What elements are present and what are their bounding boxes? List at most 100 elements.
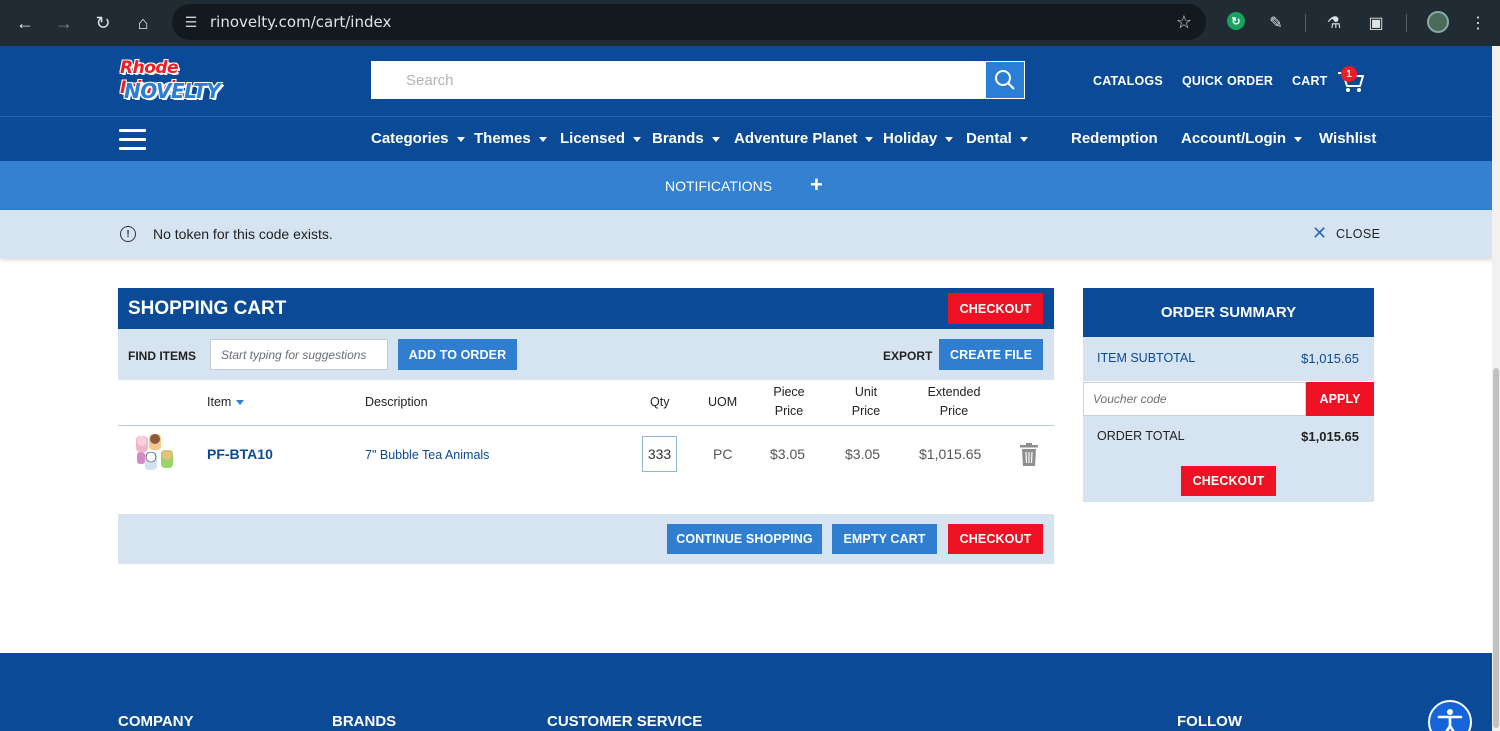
reload-icon[interactable]: ↻ [83,3,123,43]
col-item[interactable]: Item [207,393,245,412]
address-bar[interactable]: ☰ rinovelty.com/cart/index ☆ [172,4,1206,40]
url-text: rinovelty.com/cart/index [210,13,392,31]
profile-avatar-icon[interactable] [1427,11,1449,33]
labs-flask-icon[interactable]: ⚗ [1321,10,1347,36]
col-unit-price-line1: Unit [854,385,878,399]
site-footer: COMPANY BRANDS CUSTOMER SERVICE FOLLOW [0,653,1500,731]
empty-cart-button[interactable]: EMPTY CART [832,524,937,554]
close-icon[interactable]: ✕ [1312,223,1327,244]
order-summary-panel: ORDER SUMMARY ITEM SUBTOTAL $1,015.65 AP… [1083,288,1374,502]
hamburger-menu-icon[interactable] [119,129,146,150]
chevron-down-icon [945,136,954,142]
add-to-order-button[interactable]: ADD TO ORDER [398,339,517,370]
site-info-icon[interactable]: ☰ [172,14,210,31]
cart-footer: CONTINUE SHOPPING EMPTY CART CHECKOUT [118,514,1054,564]
subtotal-label: ITEM SUBTOTAL [1097,351,1196,365]
page-scrollbar[interactable] [1492,46,1500,731]
table-row: PF-BTA10 7" Bubble Tea Animals PC $3.05 … [118,426,1054,486]
nav-categories[interactable]: Categories [371,130,465,147]
export-label: EXPORT [883,349,933,363]
nav-label: Wishlist [1319,130,1377,147]
checkout-button-top[interactable]: CHECKOUT [948,293,1043,324]
nav-account-login[interactable]: Account/Login [1181,130,1302,147]
plus-icon[interactable]: + [810,172,823,198]
checkout-button-bottom[interactable]: CHECKOUT [948,524,1043,554]
chevron-down-icon [711,136,720,142]
nav-brands[interactable]: Brands [652,130,720,147]
site-logo[interactable]: Rhode Island NOVELTY [118,56,234,106]
scrollbar-thumb[interactable] [1493,368,1499,728]
accessibility-figure-icon [1437,709,1463,731]
home-icon[interactable]: ⌂ [123,3,163,43]
trash-icon[interactable] [1020,443,1038,466]
alert-banner: ! No token for this code exists. ✕ CLOSE [0,210,1500,258]
order-total-label: ORDER TOTAL [1097,429,1185,443]
extensions-puzzle-icon[interactable]: ✎ [1263,10,1289,36]
item-piece-price: $3.05 [770,446,806,462]
nav-label: Dental [966,130,1012,147]
col-piece-price-line1: Piece [773,385,805,399]
col-item-label: Item [207,395,232,409]
chrome-menu-icon[interactable]: ⋮ [1465,10,1491,36]
quick-order-link[interactable]: QUICK ORDER [1182,74,1273,88]
alert-message: No token for this code exists. [153,226,333,242]
col-piece-price-line2: Price [774,404,804,418]
nav-redemption[interactable]: Redemption [1071,130,1158,147]
back-icon[interactable]: ← [5,3,45,43]
quantity-input[interactable] [642,436,677,472]
summary-checkout-button[interactable]: CHECKOUT [1181,466,1276,496]
footer-company-heading: COMPANY [118,713,194,730]
nav-label: Licensed [560,130,626,147]
extension-green-icon[interactable]: ↻ [1227,12,1245,30]
footer-follow-heading: FOLLOW [1177,713,1242,730]
chevron-down-icon [1019,136,1028,142]
footer-customer-service-heading: CUSTOMER SERVICE [547,713,703,730]
continue-shopping-button[interactable]: CONTINUE SHOPPING [667,524,822,554]
nav-holiday[interactable]: Holiday [883,130,954,147]
find-items-input[interactable] [210,339,388,370]
notifications-bar[interactable]: NOTIFICATIONS + [0,161,1500,210]
item-description-link[interactable]: 7" Bubble Tea Animals [365,448,489,462]
search-button[interactable] [985,61,1025,99]
item-sku-link[interactable]: PF-BTA10 [207,446,273,462]
total-row: ORDER TOTAL $1,015.65 CHECKOUT [1083,416,1374,502]
nav-label: Adventure Planet [734,130,858,147]
order-summary-title: ORDER SUMMARY [1083,288,1374,337]
col-unit-price[interactable]: Unit Price [846,383,886,421]
item-uom: PC [713,446,733,462]
nav-themes[interactable]: Themes [474,130,547,147]
site-search [370,60,1026,100]
subtotal-value: $1,015.65 [1301,351,1359,366]
product-thumbnail[interactable] [133,432,179,478]
screenshot-icon[interactable]: ▣ [1363,10,1389,36]
alert-close-button[interactable]: CLOSE [1336,227,1380,241]
bookmark-star-icon[interactable]: ☆ [1176,12,1192,33]
nav-adventure-planet[interactable]: Adventure Planet [734,130,874,147]
chevron-down-icon [538,136,547,142]
col-description: Description [365,395,428,409]
footer-brands-heading: BRANDS [332,713,397,730]
nav-label: Holiday [883,130,938,147]
order-total-value: $1,015.65 [1301,429,1359,444]
apply-voucher-button[interactable]: APPLY [1306,382,1374,416]
nav-wishlist[interactable]: Wishlist [1319,130,1376,147]
chevron-down-icon [633,136,642,142]
nav-licensed[interactable]: Licensed [560,130,642,147]
item-extended-price: $1,015.65 [919,446,982,462]
catalogs-link[interactable]: CATALOGS [1093,74,1163,88]
browser-toolbar: ← → ↻ ⌂ ☰ rinovelty.com/cart/index ☆ ↻ ✎… [0,0,1500,46]
nav-label: Categories [371,130,449,147]
cart-count-badge: 1 [1341,66,1357,82]
col-extended-price: Extended Price [923,383,985,421]
search-input[interactable] [371,61,985,99]
create-file-button[interactable]: CREATE FILE [939,339,1043,370]
subtotal-row: ITEM SUBTOTAL $1,015.65 [1083,337,1374,381]
forward-icon[interactable]: → [44,3,84,43]
col-extended-price-line1: Extended [927,385,981,399]
search-icon [995,70,1015,90]
cart-table-header: Item Description Qty UOM Piece Price Unit… [118,380,1054,426]
nav-dental[interactable]: Dental [966,130,1028,147]
cart-link[interactable]: CART [1292,74,1328,88]
voucher-code-input[interactable] [1083,382,1306,416]
nav-label: Account/Login [1181,130,1286,147]
